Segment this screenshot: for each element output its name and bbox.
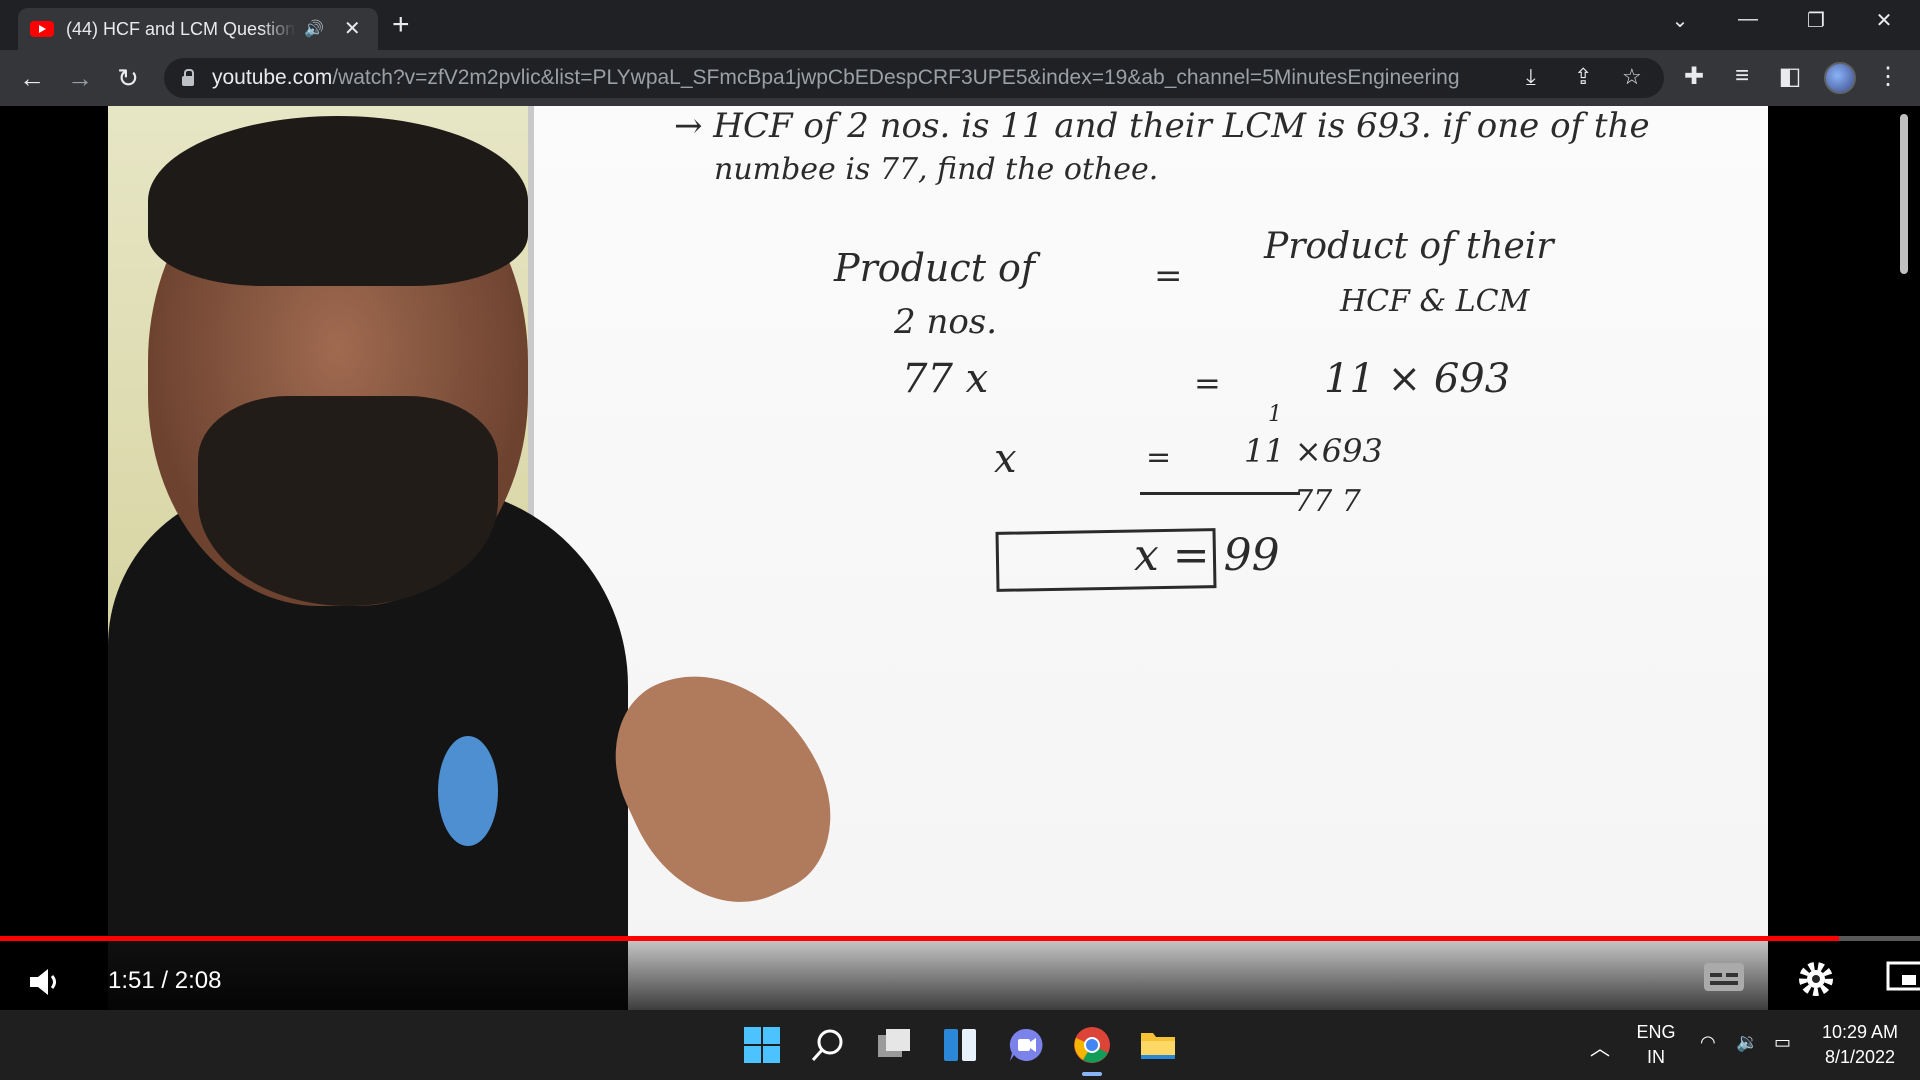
media-control-icon[interactable]: ≡ [1726, 62, 1758, 90]
youtube-favicon-icon [30, 21, 54, 37]
browser-title-bar: (44) HCF and LCM Question 🔊 ✕ + ⌄ — ❐ ✕ [0, 0, 1920, 50]
step1-right: 11 × 693 [1324, 356, 1511, 402]
equals-3: = [1146, 440, 1172, 475]
bookmark-star-icon[interactable]: ☆ [1622, 64, 1642, 90]
install-app-icon[interactable]: ⤓ [1526, 64, 1536, 90]
presenter-beard [198, 396, 498, 606]
battery-icon[interactable]: ▭ [1774, 1032, 1791, 1053]
extensions-puzzle-icon[interactable]: ✚ [1678, 62, 1710, 91]
page-scrollbar[interactable] [1900, 114, 1908, 274]
browser-tab-active[interactable]: (44) HCF and LCM Question 🔊 ✕ [18, 8, 378, 50]
task-view-icon[interactable] [874, 1025, 914, 1065]
left-label-2: 2 nos. [894, 302, 998, 342]
step2-numerator: 11 ×693 [1244, 432, 1383, 470]
chrome-app-icon[interactable] [1072, 1025, 1112, 1065]
language-code: ENG [1636, 1022, 1676, 1042]
player-controls: 1:51 / 2:08 [0, 941, 1920, 1010]
settings-gear-icon[interactable] [1796, 959, 1836, 999]
browser-toolbar: ← → ↻ youtube.com/watch?v=zfV2m2pvlic&li… [0, 50, 1920, 106]
search-icon[interactable] [808, 1025, 848, 1065]
share-icon[interactable]: ⇪ [1574, 64, 1592, 90]
subtitles-icon[interactable] [1702, 959, 1746, 995]
clock-time: 10:29 AM [1821, 1022, 1899, 1042]
widgets-icon[interactable] [940, 1025, 980, 1065]
language-indicator[interactable]: ENG IN [1630, 1022, 1682, 1068]
equals-2: = [1194, 364, 1221, 402]
profile-avatar[interactable] [1824, 62, 1856, 94]
left-label-1: Product of [834, 246, 1035, 290]
back-button[interactable]: ← [14, 60, 50, 96]
reload-button[interactable]: ↻ [110, 60, 146, 96]
region-code: IN [1647, 1047, 1665, 1067]
windows-start-icon[interactable] [742, 1025, 782, 1065]
windows-taskbar: ︿ ENG IN ◠ 🔉 ▭ 10:29 AM 8/1/2022 [0, 1010, 1920, 1080]
forward-button[interactable]: → [62, 60, 98, 96]
board-line-1: → HCF of 2 nos. is 11 and their LCM is 6… [674, 106, 1650, 146]
active-app-indicator [1082, 1072, 1102, 1076]
step1-left: 77 x [902, 356, 989, 402]
cancel-mark: 1 [1268, 402, 1282, 427]
speaker-icon[interactable]: 🔉 [1736, 1032, 1758, 1053]
url-text: youtube.com/watch?v=zfV2m2pvlic&list=PLY… [212, 66, 1460, 89]
minimize-button[interactable]: — [1728, 8, 1768, 31]
close-window-button[interactable]: ✕ [1864, 8, 1904, 33]
step2-left: x [994, 436, 1017, 482]
tab-audio-icon[interactable]: 🔊 [304, 19, 324, 39]
video-frame: → HCF of 2 nos. is 11 and their LCM is 6… [108, 106, 1768, 1010]
teams-chat-icon[interactable] [1006, 1025, 1046, 1065]
equals-1: = [1154, 256, 1183, 296]
answer-box [995, 528, 1217, 592]
side-panel-icon[interactable]: ◧ [1774, 62, 1806, 91]
fraction-line [1140, 492, 1300, 495]
address-bar[interactable]: youtube.com/watch?v=zfV2m2pvlic&list=PLY… [164, 58, 1664, 98]
video-player[interactable]: → HCF of 2 nos. is 11 and their LCM is 6… [0, 106, 1920, 1010]
tab-close-icon[interactable]: ✕ [344, 19, 361, 39]
chrome-menu-icon[interactable]: ⋮ [1872, 62, 1904, 91]
board-line-2: numbee is 77, find the othee. [714, 152, 1159, 187]
lock-icon[interactable] [182, 68, 194, 86]
miniplayer-icon[interactable] [1886, 959, 1920, 993]
right-label-1: Product of their [1264, 226, 1554, 267]
wifi-icon[interactable]: ◠ [1700, 1032, 1716, 1053]
step2-denominator: 77 7 [1294, 484, 1361, 519]
new-tab-button[interactable]: + [392, 10, 410, 40]
tab-search-chevron-icon[interactable]: ⌄ [1660, 8, 1700, 33]
clock[interactable]: 10:29 AM 8/1/2022 [1812, 1022, 1908, 1068]
shirt-logo [438, 736, 498, 846]
file-explorer-icon[interactable] [1138, 1025, 1178, 1065]
time-display: 1:51 / 2:08 [108, 967, 222, 994]
restore-button[interactable]: ❐ [1796, 8, 1836, 33]
tab-title: (44) HCF and LCM Question [66, 18, 296, 39]
clock-date: 8/1/2022 [1824, 1047, 1896, 1067]
presenter-hair [148, 116, 528, 286]
volume-icon[interactable] [28, 967, 62, 997]
show-hidden-icons-chevron-icon[interactable]: ︿ [1590, 1032, 1610, 1061]
right-label-2: HCF & LCM [1340, 284, 1530, 319]
